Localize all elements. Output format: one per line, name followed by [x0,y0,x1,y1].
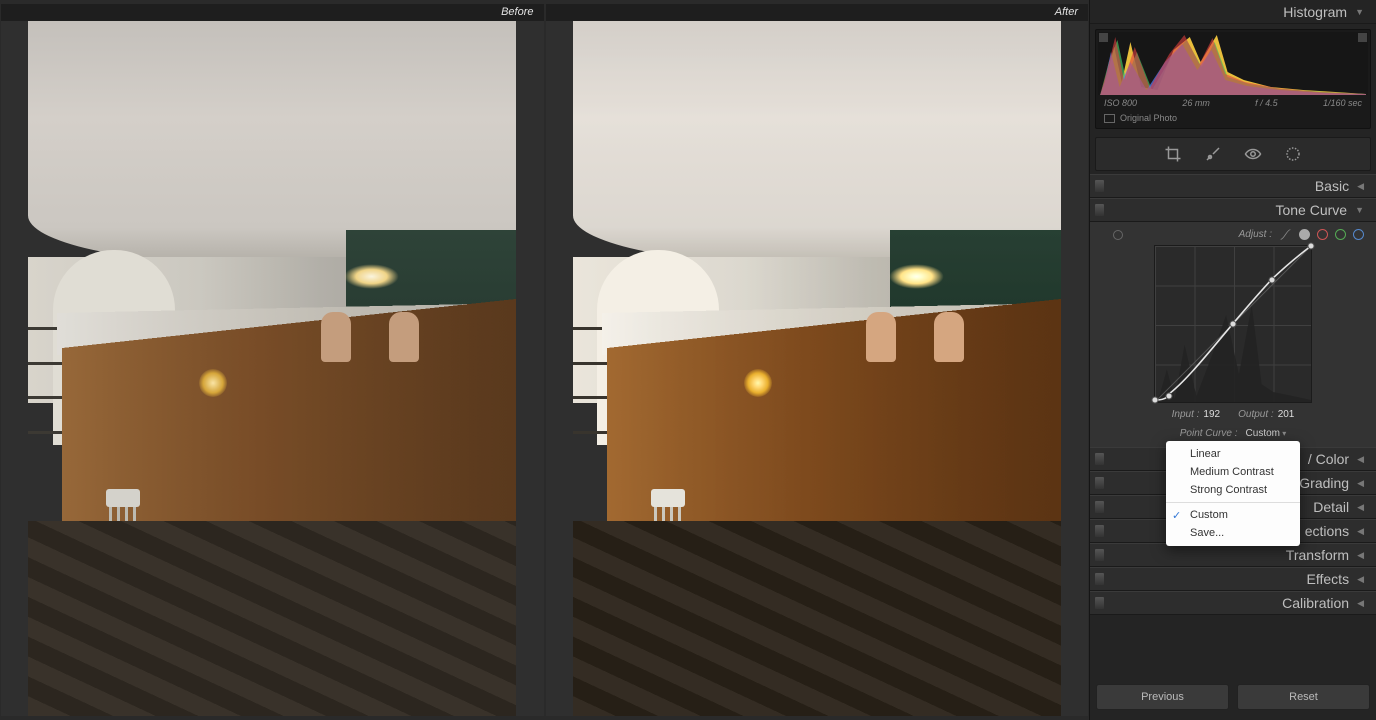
before-pane: Before [1,4,544,716]
panel-switch-icon[interactable] [1095,204,1104,216]
red-channel-icon[interactable] [1317,229,1328,240]
chevron-down-icon: ▼ [1355,7,1364,17]
exif-shutter: 1/160 sec [1323,98,1362,108]
effects-panel-header[interactable]: Effects ◀ [1090,567,1376,591]
panel-switch-icon[interactable] [1095,180,1104,192]
tone-curve-panel: Adjust : Inp [1090,222,1376,447]
corrections-title: ections [1305,523,1349,539]
tool-strip [1095,137,1371,171]
calibration-panel-header[interactable]: Calibration ◀ [1090,591,1376,615]
develop-sidebar: Histogram ▼ ISO 800 26 mm [1089,0,1376,720]
green-channel-icon[interactable] [1335,229,1346,240]
point-curve-dropdown[interactable]: Custom [1246,428,1287,439]
chevron-down-icon: ▼ [1355,205,1364,215]
before-image[interactable] [1,21,544,716]
after-pane: After [546,4,1089,716]
chevron-left-icon: ◀ [1357,550,1364,561]
rgb-channel-icon[interactable] [1299,229,1310,240]
chevron-left-icon: ◀ [1357,574,1364,585]
grading-title: Grading [1299,475,1349,491]
preview-area: Before After [0,0,1089,720]
calibration-title: Calibration [1282,595,1349,611]
before-label: Before [1,4,544,21]
point-curve-menu: Linear Medium Contrast Strong Contrast C… [1166,441,1300,546]
effects-title: Effects [1307,571,1350,587]
chevron-left-icon: ◀ [1357,478,1364,489]
histogram-title: Histogram [1283,4,1347,20]
basic-panel-header[interactable]: Basic ◀ [1090,174,1376,198]
tone-curve-chart[interactable] [1154,245,1312,403]
target-adjust-icon[interactable] [1113,230,1123,240]
panel-switch-icon[interactable] [1095,453,1104,465]
input-value: 192 [1203,409,1220,420]
blue-channel-icon[interactable] [1353,229,1364,240]
reset-button[interactable]: Reset [1237,684,1370,710]
histogram-chart[interactable] [1098,32,1368,95]
transform-title: Transform [1286,547,1349,563]
panel-switch-icon[interactable] [1095,501,1104,513]
chevron-left-icon: ◀ [1357,598,1364,609]
panel-switch-icon[interactable] [1095,573,1104,585]
input-label: Input : [1172,409,1200,420]
chevron-left-icon: ◀ [1357,526,1364,537]
menu-item-save[interactable]: Save... [1166,524,1300,542]
histogram-panel: ISO 800 26 mm f / 4.5 1/160 sec Original… [1090,24,1376,134]
menu-item-custom[interactable]: Custom [1166,506,1300,524]
point-curve-label: Point Curve : [1180,428,1238,439]
panel-switch-icon[interactable] [1095,525,1104,537]
panel-switch-icon[interactable] [1095,549,1104,561]
exif-aperture: f / 4.5 [1255,98,1278,108]
menu-item-strong-contrast[interactable]: Strong Contrast [1166,481,1300,499]
previous-button[interactable]: Previous [1096,684,1229,710]
tone-curve-panel-header[interactable]: Tone Curve ▼ [1090,198,1376,222]
output-label: Output : [1238,409,1274,420]
tone-curve-title: Tone Curve [1275,202,1347,218]
basic-title: Basic [1315,178,1349,194]
adjust-label: Adjust : [1239,229,1272,240]
color-title: / Color [1308,451,1349,467]
exif-iso: ISO 800 [1104,98,1137,108]
redeye-tool-icon[interactable] [1244,145,1262,163]
panel-switch-icon[interactable] [1095,597,1104,609]
after-label: After [546,4,1089,21]
menu-item-medium-contrast[interactable]: Medium Contrast [1166,463,1300,481]
original-photo-label: Original Photo [1098,110,1368,126]
output-value: 201 [1278,409,1295,420]
chevron-left-icon: ◀ [1357,454,1364,465]
exif-focal: 26 mm [1182,98,1210,108]
after-image[interactable] [546,21,1089,716]
detail-title: Detail [1313,499,1349,515]
histogram-header[interactable]: Histogram ▼ [1090,0,1376,24]
panel-switch-icon[interactable] [1095,477,1104,489]
transform-panel-header[interactable]: Transform ◀ [1090,543,1376,567]
chevron-left-icon: ◀ [1357,502,1364,513]
crop-tool-icon[interactable] [1164,145,1182,163]
heal-tool-icon[interactable] [1204,145,1222,163]
parametric-curve-icon[interactable] [1279,228,1292,241]
chevron-left-icon: ◀ [1357,181,1364,192]
mask-tool-icon[interactable] [1284,145,1302,163]
menu-item-linear[interactable]: Linear [1166,445,1300,463]
